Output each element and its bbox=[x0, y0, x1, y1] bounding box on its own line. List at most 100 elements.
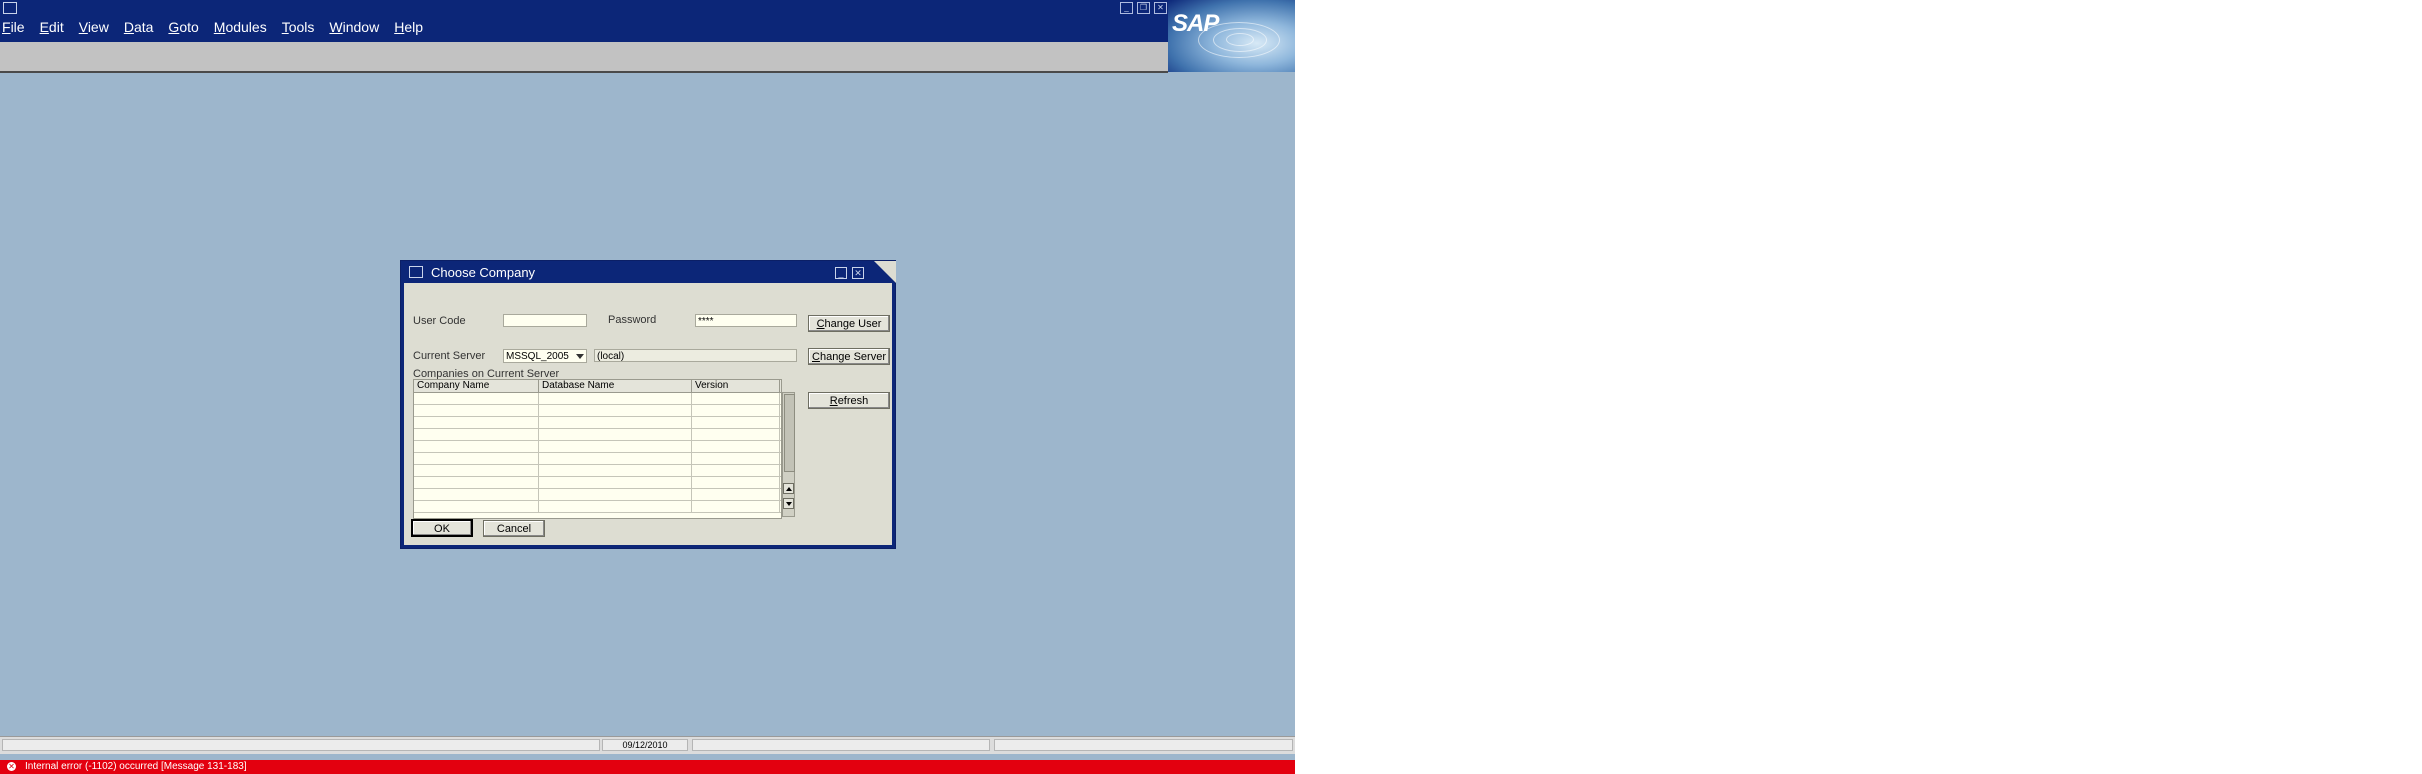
dialog-title: Choose Company bbox=[431, 265, 536, 280]
password-label: Password bbox=[608, 314, 657, 326]
table-cell bbox=[539, 441, 692, 452]
menu-edit[interactable]: Edit bbox=[40, 19, 64, 35]
table-header: Company Name Database Name Version bbox=[414, 380, 781, 393]
table-cell bbox=[692, 429, 780, 440]
ok-button[interactable]: OK bbox=[411, 519, 473, 537]
status-bar: 09/12/2010 bbox=[0, 736, 1295, 754]
table-cell bbox=[692, 465, 780, 476]
menu-list: File Edit View Data Goto Modules Tools W… bbox=[2, 19, 438, 35]
change-server-button[interactable]: Change Server bbox=[808, 348, 890, 365]
current-server-label: Current Server bbox=[413, 350, 486, 362]
table-cell bbox=[539, 429, 692, 440]
dialog-close-icon[interactable]: ✕ bbox=[852, 267, 864, 279]
chevron-down-icon bbox=[576, 354, 584, 359]
window-controls: _ ❐ ✕ bbox=[1120, 2, 1167, 14]
table-cell bbox=[414, 501, 539, 512]
column-header-company-name[interactable]: Company Name bbox=[414, 380, 539, 392]
table-cell bbox=[539, 501, 692, 512]
restore-icon[interactable]: ❐ bbox=[1137, 2, 1150, 14]
table-cell bbox=[692, 477, 780, 488]
error-icon: ✕ bbox=[7, 762, 16, 771]
error-message-bar[interactable]: ✕ Internal error (-1102) occurred [Messa… bbox=[0, 760, 1295, 774]
table-cell bbox=[539, 453, 692, 464]
column-header-version[interactable]: Version bbox=[692, 380, 780, 392]
table-cell bbox=[692, 501, 780, 512]
password-field[interactable]: **** bbox=[695, 314, 797, 327]
status-segment bbox=[2, 739, 600, 751]
table-cell bbox=[414, 417, 539, 428]
table-cell bbox=[414, 405, 539, 416]
error-message: Internal error (-1102) occurred [Message… bbox=[25, 761, 247, 772]
sap-logo-text: SAP bbox=[1172, 10, 1219, 37]
user-code-label: User Code bbox=[413, 315, 466, 327]
dialog-title-bar[interactable]: Choose Company _ ✕ bbox=[401, 261, 896, 283]
table-cell bbox=[539, 489, 692, 500]
table-scrollbar[interactable] bbox=[782, 392, 795, 517]
arrow-down-icon bbox=[786, 502, 792, 506]
table-row[interactable] bbox=[414, 465, 781, 477]
table-cell bbox=[539, 417, 692, 428]
table-cell bbox=[414, 477, 539, 488]
table-cell bbox=[692, 405, 780, 416]
menu-modules[interactable]: Modules bbox=[214, 19, 267, 35]
arrow-up-icon bbox=[786, 487, 792, 491]
table-cell bbox=[414, 453, 539, 464]
close-icon[interactable]: ✕ bbox=[1154, 2, 1167, 14]
table-cell bbox=[692, 393, 780, 404]
menu-bar: File Edit View Data Goto Modules Tools W… bbox=[0, 0, 1295, 42]
table-cell bbox=[539, 477, 692, 488]
ripple-decoration bbox=[1226, 33, 1254, 46]
menu-help[interactable]: Help bbox=[394, 19, 423, 35]
table-row[interactable] bbox=[414, 405, 781, 417]
table-cell bbox=[414, 393, 539, 404]
user-code-field[interactable] bbox=[503, 314, 587, 327]
choose-company-dialog: Choose Company _ ✕ User Code Password **… bbox=[400, 260, 896, 549]
minimize-icon[interactable]: _ bbox=[1120, 2, 1133, 14]
sap-application-window: File Edit View Data Goto Modules Tools W… bbox=[0, 0, 1295, 774]
table-cell bbox=[692, 453, 780, 464]
menu-view[interactable]: View bbox=[79, 19, 109, 35]
table-row[interactable] bbox=[414, 477, 781, 489]
menu-tools[interactable]: Tools bbox=[282, 19, 315, 35]
table-row[interactable] bbox=[414, 501, 781, 513]
scroll-down-button[interactable] bbox=[783, 498, 794, 509]
menu-goto[interactable]: Goto bbox=[168, 19, 198, 35]
table-cell bbox=[414, 465, 539, 476]
dialog-minimize-icon[interactable]: _ bbox=[835, 267, 847, 279]
table-cell bbox=[539, 465, 692, 476]
table-row[interactable] bbox=[414, 441, 781, 453]
toolbar bbox=[0, 42, 1168, 73]
sap-logo: SAP bbox=[1168, 0, 1295, 72]
table-cell bbox=[414, 429, 539, 440]
table-cell bbox=[692, 489, 780, 500]
scrollbar-thumb[interactable] bbox=[784, 394, 795, 472]
refresh-button[interactable]: Refresh bbox=[808, 392, 890, 409]
menu-data[interactable]: Data bbox=[124, 19, 154, 35]
table-cell bbox=[414, 489, 539, 500]
server-name-field[interactable]: (local) bbox=[594, 349, 797, 362]
companies-table: Company Name Database Name Version bbox=[413, 379, 782, 519]
table-cell bbox=[414, 441, 539, 452]
table-row[interactable] bbox=[414, 429, 781, 441]
table-row[interactable] bbox=[414, 393, 781, 405]
table-cell bbox=[539, 405, 692, 416]
column-header-database-name[interactable]: Database Name bbox=[539, 380, 692, 392]
scroll-up-button[interactable] bbox=[783, 483, 794, 494]
menu-window[interactable]: Window bbox=[329, 19, 379, 35]
status-segment bbox=[692, 739, 990, 751]
dialog-body: User Code Password **** Change User Curr… bbox=[407, 283, 890, 539]
dialog-icon bbox=[409, 266, 423, 278]
table-cell bbox=[692, 441, 780, 452]
change-user-button[interactable]: Change User bbox=[808, 315, 890, 332]
server-type-value: MSSQL_2005 bbox=[506, 351, 569, 362]
menu-file[interactable]: File bbox=[2, 19, 25, 35]
status-segment bbox=[994, 739, 1293, 751]
cancel-button[interactable]: Cancel bbox=[483, 520, 545, 537]
server-type-select[interactable]: MSSQL_2005 bbox=[503, 349, 587, 363]
table-row[interactable] bbox=[414, 417, 781, 429]
table-row[interactable] bbox=[414, 453, 781, 465]
application-menu-icon[interactable] bbox=[3, 2, 17, 14]
table-cell bbox=[692, 417, 780, 428]
dialog-corner-decoration bbox=[874, 261, 896, 283]
table-row[interactable] bbox=[414, 489, 781, 501]
